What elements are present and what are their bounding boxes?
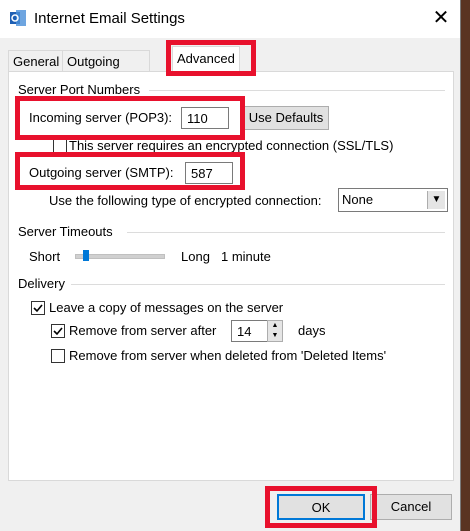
remove-after-checkbox[interactable] xyxy=(51,324,65,338)
slider-thumb[interactable] xyxy=(83,250,89,261)
server-timeouts-heading: Server Timeouts xyxy=(18,224,113,239)
incoming-server-label: Incoming server (POP3): xyxy=(29,110,173,125)
days-spinner[interactable]: ▲ ▼ xyxy=(267,320,283,342)
close-icon: ✕ xyxy=(432,7,450,29)
outgoing-server-port-input[interactable]: 587 xyxy=(185,162,233,184)
ssl-label: This server requires an encrypted connec… xyxy=(69,138,394,153)
server-port-numbers-heading: Server Port Numbers xyxy=(18,82,141,97)
encryption-type-label: Use the following type of encrypted conn… xyxy=(49,193,322,208)
timeout-slider[interactable] xyxy=(75,249,165,265)
group-divider xyxy=(71,284,445,285)
remove-deleted-checkbox[interactable] xyxy=(51,349,65,363)
spin-down-icon[interactable]: ▼ xyxy=(268,331,282,341)
advanced-panel: Server Port Numbers Incoming server (POP… xyxy=(8,71,454,481)
leave-copy-label: Leave a copy of messages on the server xyxy=(49,300,284,315)
tab-outgoing-server[interactable]: Outgoing Server xyxy=(62,50,150,72)
close-button[interactable]: ✕ xyxy=(424,2,458,34)
group-divider xyxy=(127,232,445,233)
encryption-type-select[interactable]: None ▼ xyxy=(338,188,448,212)
days-label: days xyxy=(298,323,326,338)
timeout-value: 1 minute xyxy=(221,249,271,264)
remove-deleted-label: Remove from server when deleted from 'De… xyxy=(69,348,387,363)
timeout-long-label: Long xyxy=(181,249,210,264)
cancel-button[interactable]: Cancel xyxy=(370,494,452,520)
remove-after-label: Remove from server after xyxy=(69,323,217,338)
leave-copy-checkbox[interactable] xyxy=(31,301,45,315)
ssl-checkbox[interactable] xyxy=(53,139,67,153)
timeout-short-label: Short xyxy=(29,249,61,264)
use-defaults-button[interactable]: Use Defaults xyxy=(243,106,329,130)
incoming-server-port-input[interactable]: 110 xyxy=(181,107,229,129)
outgoing-server-label: Outgoing server (SMTP): xyxy=(29,165,174,180)
delivery-heading: Delivery xyxy=(18,276,65,291)
check-icon xyxy=(53,327,63,336)
tab-general[interactable]: General xyxy=(8,50,65,72)
outlook-app-icon xyxy=(10,10,26,26)
internet-email-settings-dialog: Internet Email Settings ✕ General Outgoi… xyxy=(0,0,461,531)
ok-button[interactable]: OK xyxy=(277,494,365,520)
encryption-type-value: None xyxy=(342,192,374,207)
group-divider xyxy=(149,90,445,91)
remove-days-input[interactable]: 14 xyxy=(231,320,269,342)
chevron-down-icon: ▼ xyxy=(427,191,445,209)
check-icon xyxy=(33,304,43,313)
tab-advanced[interactable]: Advanced xyxy=(172,46,240,72)
window-title: Internet Email Settings xyxy=(34,10,185,27)
spin-up-icon[interactable]: ▲ xyxy=(268,321,282,331)
title-bar: Internet Email Settings ✕ xyxy=(0,0,460,38)
